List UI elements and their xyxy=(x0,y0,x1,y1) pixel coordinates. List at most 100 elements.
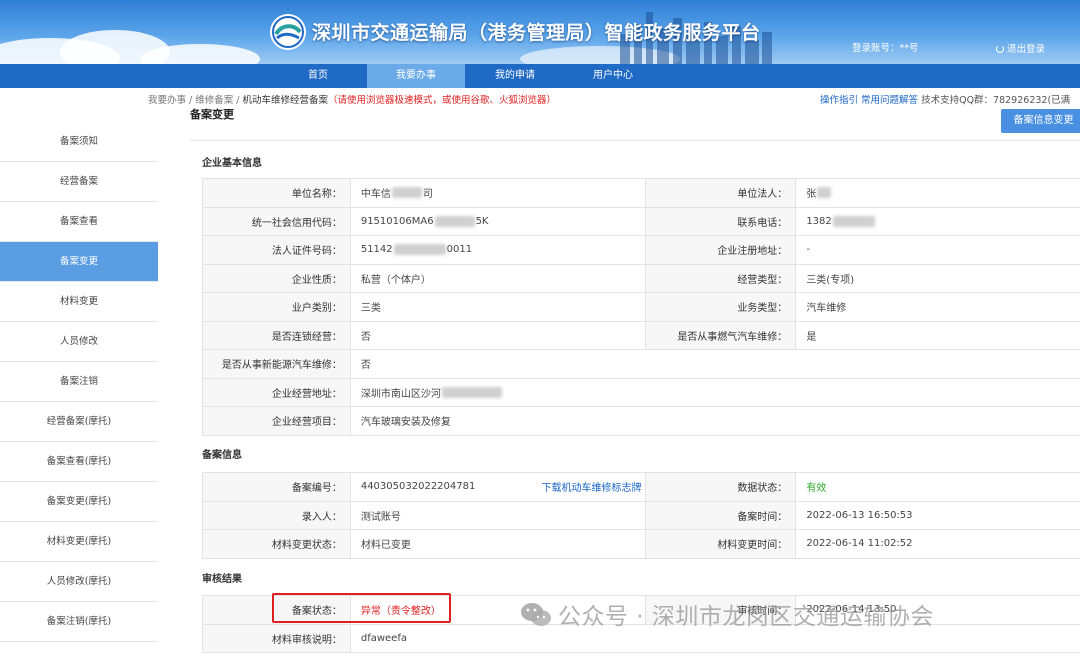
table-row: 企业经营项目： 汽车玻璃安装及修复 xyxy=(203,407,1080,436)
enterprise-info-table: 单位名称： 中车信司 单位法人： 张 统一社会信用代码： 91510106MA6… xyxy=(202,178,1080,436)
redacted-mask xyxy=(817,187,832,199)
support-text: 技术支持QQ群：782926232(已满 xyxy=(921,95,1071,106)
reg-address-value: - xyxy=(796,236,1080,264)
sidebar-item-change[interactable]: 备案变更 xyxy=(0,242,158,282)
field-label: 录入人： xyxy=(203,501,351,529)
field-label: 企业经营地址： xyxy=(203,378,351,406)
service-type-value: 汽车维修 xyxy=(796,293,1080,321)
sidebar-item-filing[interactable]: 经营备案 xyxy=(0,162,158,202)
field-label: 材料变更状态： xyxy=(203,530,351,558)
table-row: 录入人： 测试账号 备案时间： 2022-06-13 16:50:53 xyxy=(203,501,1080,530)
sidebar-item-notice[interactable]: 备案须知 xyxy=(0,122,158,162)
field-label: 企业性质： xyxy=(203,264,351,292)
gas-value: 是 xyxy=(796,322,1080,350)
nav-user-center[interactable]: 用户中心 xyxy=(564,64,662,88)
field-label: 法人证件号码： xyxy=(203,236,351,264)
address-value: 深圳市南山区沙河 xyxy=(351,379,1080,407)
breadcrumb-parts[interactable]: 我要办事 / 维修备案 / xyxy=(148,95,242,106)
table-row: 是否连锁经营： 否 是否从事燃气汽车维修： 是 xyxy=(203,321,1080,350)
breadcrumb: 我要办事 / 维修备案 / 机动车维修经营备案（请使用浏览器极速模式，或使用谷歌… xyxy=(148,92,556,106)
redacted-mask xyxy=(434,215,475,227)
legal-person-value: 张 xyxy=(796,179,1080,207)
material-time-value: 2022-06-14 11:02:52 xyxy=(796,530,1080,558)
field-label: 是否从事燃气汽车维修： xyxy=(646,321,797,349)
site-title: 深圳市交通运输局（港务管理局）智能政务服务平台 xyxy=(312,22,761,44)
login-account: 登录账号：**号 xyxy=(852,43,919,54)
data-status-value: 有效 xyxy=(796,473,1080,501)
section-title-review: 审核结果 xyxy=(202,574,242,585)
record-change-button[interactable]: 备案信息变更 xyxy=(1001,109,1080,133)
material-status-value: 材料已变更 xyxy=(351,530,647,558)
table-row: 法人证件号码： 51142 0011 企业注册地址： - xyxy=(203,236,1080,265)
redacted-mask xyxy=(441,386,502,398)
recorder-value: 测试账号 xyxy=(351,501,647,529)
nav-home[interactable]: 首页 xyxy=(269,64,367,88)
sidebar-item-moto-cancel[interactable]: 备案注销(摩托) xyxy=(0,602,158,642)
sidebar: 备案须知 经营备案 备案查看 备案变更 材料变更 人员修改 备案注销 经营备案(… xyxy=(0,122,158,657)
faq-link[interactable]: 常用问题解答 xyxy=(861,95,918,106)
nav-services[interactable]: 我要办事 xyxy=(367,64,465,88)
field-label: 单位名称： xyxy=(203,179,351,207)
credit-code-value: 91510106MA6 5K xyxy=(351,207,647,235)
record-time-value: 2022-06-13 16:50:53 xyxy=(796,502,1080,530)
redacted-mask xyxy=(391,187,422,199)
main-nav: 首页 我要办事 我的申请 用户中心 xyxy=(0,64,1080,88)
table-row: 统一社会信用代码： 91510106MA6 5K 联系电话： 1382 xyxy=(203,207,1080,236)
logout-link[interactable]: 退出登录 xyxy=(996,41,1045,55)
nature-value: 私营（个体户） xyxy=(351,264,647,292)
field-label: 是否连锁经营： xyxy=(203,321,351,349)
guide-link[interactable]: 操作指引 xyxy=(820,95,858,106)
redacted-mask xyxy=(393,244,446,256)
sidebar-item-moto-staff[interactable]: 人员修改(摩托) xyxy=(0,562,158,602)
page-title: 备案变更 xyxy=(190,108,234,121)
redacted-mask xyxy=(832,215,875,227)
chain-value: 否 xyxy=(351,321,647,349)
id-number-value: 51142 0011 xyxy=(351,236,647,264)
field-label: 业务类型： xyxy=(646,293,797,321)
sidebar-item-moto-filing[interactable]: 经营备案(摩托) xyxy=(0,402,158,442)
table-row: 是否从事新能源汽车维修： 否 xyxy=(203,350,1080,379)
wechat-icon xyxy=(521,603,551,626)
nav-my-applications[interactable]: 我的申请 xyxy=(466,64,564,88)
sidebar-item-staff-edit[interactable]: 人员修改 xyxy=(0,322,158,362)
biz-type-value: 三类(专项) xyxy=(796,265,1080,293)
field-label: 是否从事新能源汽车维修： xyxy=(203,350,351,378)
ev-value: 否 xyxy=(351,350,1080,378)
table-row: 备案编号： 440305032022204781 下载机动车维修标志牌 数据状态：… xyxy=(203,473,1080,502)
help-links: 操作指引 常用问题解答 技术支持QQ群：782926232(已满 xyxy=(820,92,1070,106)
watermark-text: 公众号 · 深圳市龙岗区交通运输协会 xyxy=(558,604,934,630)
field-label: 数据状态： xyxy=(646,473,797,501)
field-label: 企业经营项目： xyxy=(203,407,351,435)
record-info-table: 备案编号： 440305032022204781 下载机动车维修标志牌 数据状态：… xyxy=(202,472,1080,559)
header-banner: 深圳市交通运输局（港务管理局）智能政务服务平台 登录账号：**号 退出登录 xyxy=(0,0,1080,64)
sidebar-item-moto-material[interactable]: 材料变更(摩托) xyxy=(0,522,158,562)
sidebar-item-material-change[interactable]: 材料变更 xyxy=(0,282,158,322)
field-label: 备案时间： xyxy=(646,501,797,529)
sidebar-item-cancel[interactable]: 备案注销 xyxy=(0,362,158,402)
field-label: 统一社会信用代码： xyxy=(203,207,351,235)
browser-warning: （请使用浏览器极速模式，或使用谷歌、火狐浏览器） xyxy=(328,95,557,106)
table-row: 单位名称： 中车信司 单位法人： 张 xyxy=(203,179,1080,208)
field-label: 联系电话： xyxy=(646,207,797,235)
divider xyxy=(190,140,1080,141)
sidebar-item-moto-change[interactable]: 备案变更(摩托) xyxy=(0,482,158,522)
highlight-box xyxy=(272,593,451,623)
section-title-enterprise: 企业基本信息 xyxy=(202,158,262,169)
power-icon xyxy=(996,45,1004,53)
download-sign-link[interactable]: 下载机动车维修标志牌 xyxy=(541,479,641,494)
category-value: 三类 xyxy=(351,293,647,321)
field-label: 业户类别： xyxy=(203,293,351,321)
field-label: 材料变更时间： xyxy=(646,530,797,558)
watermark: 公众号 · 深圳市龙岗区交通运输协会 xyxy=(520,597,934,631)
field-label: 备案编号： xyxy=(203,473,351,501)
field-label: 材料审核说明： xyxy=(203,624,351,652)
sidebar-item-moto-view[interactable]: 备案查看(摩托) xyxy=(0,442,158,482)
record-no-value: 440305032022204781 下载机动车维修标志牌 xyxy=(351,473,647,501)
agency-logo xyxy=(270,14,306,50)
field-label: 单位法人： xyxy=(646,179,797,207)
table-row: 企业性质： 私营（个体户） 经营类型： 三类(专项) xyxy=(203,264,1080,293)
unit-name-value: 中车信司 xyxy=(351,179,647,207)
breadcrumb-current: 机动车维修经营备案 xyxy=(242,95,328,106)
phone-value: 1382 xyxy=(796,208,1080,236)
sidebar-item-view[interactable]: 备案查看 xyxy=(0,202,158,242)
